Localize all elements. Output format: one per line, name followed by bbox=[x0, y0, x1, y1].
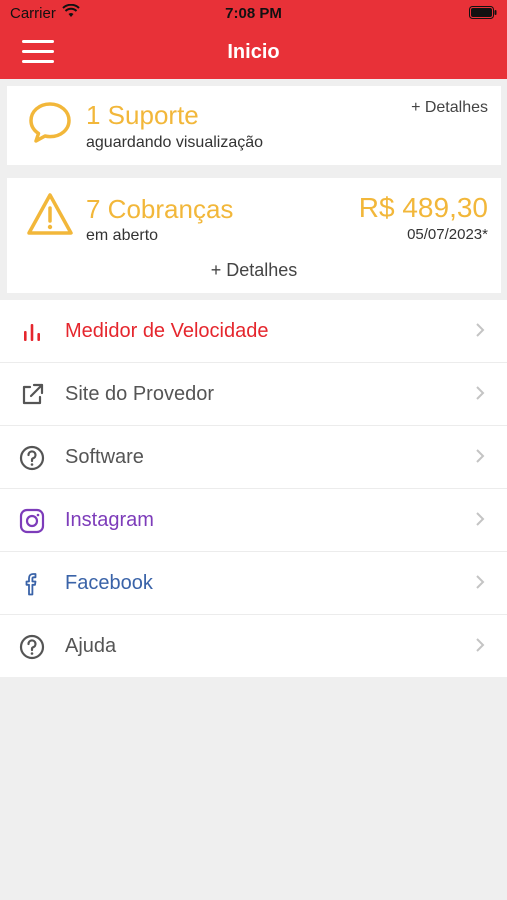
chevron-right-icon bbox=[475, 637, 485, 658]
support-status: aguardando visualização bbox=[86, 134, 264, 151]
bar-chart-icon bbox=[19, 319, 45, 345]
app-header: Carrier 7:08 PM Inicio bbox=[0, 0, 507, 79]
billing-amount: R$ 489,30 bbox=[358, 192, 488, 223]
chevron-right-icon bbox=[475, 448, 485, 469]
menu-item-label: Instagram bbox=[65, 509, 154, 531]
chevron-right-icon bbox=[475, 574, 485, 595]
menu-list: Medidor de Velocidade Site do Provedor S… bbox=[0, 300, 507, 677]
status-time: 7:08 PM bbox=[225, 5, 282, 22]
menu-item-software[interactable]: Software bbox=[0, 426, 507, 489]
billing-card[interactable]: 7 Cobranças em aberto R$ 489,30 05/07/20… bbox=[7, 178, 501, 293]
warning-icon bbox=[25, 191, 75, 242]
status-bar: Carrier 7:08 PM bbox=[0, 0, 507, 28]
menu-item-label: Medidor de Velocidade bbox=[65, 320, 269, 342]
chevron-right-icon bbox=[475, 322, 485, 343]
instagram-icon bbox=[19, 508, 45, 534]
page-title: Inicio bbox=[227, 41, 280, 63]
menu-item-label: Software bbox=[65, 446, 144, 468]
battery-icon bbox=[469, 6, 497, 23]
billing-status: em aberto bbox=[86, 227, 159, 244]
help-circle-icon bbox=[19, 634, 45, 660]
billing-due-date: 05/07/2023* bbox=[407, 226, 488, 243]
billing-count: 7 Cobranças bbox=[86, 194, 234, 224]
chat-bubble-icon bbox=[27, 100, 73, 151]
support-details-link[interactable]: + Detalhes bbox=[411, 99, 488, 117]
menu-item-label: Site do Provedor bbox=[65, 383, 214, 405]
support-count: 1 Suporte bbox=[86, 100, 199, 130]
chevron-right-icon bbox=[475, 511, 485, 532]
menu-item-label: Ajuda bbox=[65, 635, 117, 657]
menu-item-provider-site[interactable]: Site do Provedor bbox=[0, 363, 507, 426]
menu-item-facebook[interactable]: Facebook bbox=[0, 552, 507, 615]
menu-item-instagram[interactable]: Instagram bbox=[0, 489, 507, 552]
support-card[interactable]: 1 Suporte aguardando visualização + Deta… bbox=[7, 86, 501, 165]
menu-item-label: Facebook bbox=[65, 572, 153, 594]
external-link-icon bbox=[19, 382, 45, 408]
help-circle-icon bbox=[19, 445, 45, 471]
menu-item-help[interactable]: Ajuda bbox=[0, 615, 507, 677]
billing-details-link[interactable]: + Detalhes bbox=[7, 260, 501, 281]
chevron-right-icon bbox=[475, 385, 485, 406]
facebook-icon bbox=[19, 571, 45, 597]
menu-item-speed-test[interactable]: Medidor de Velocidade bbox=[0, 300, 507, 363]
